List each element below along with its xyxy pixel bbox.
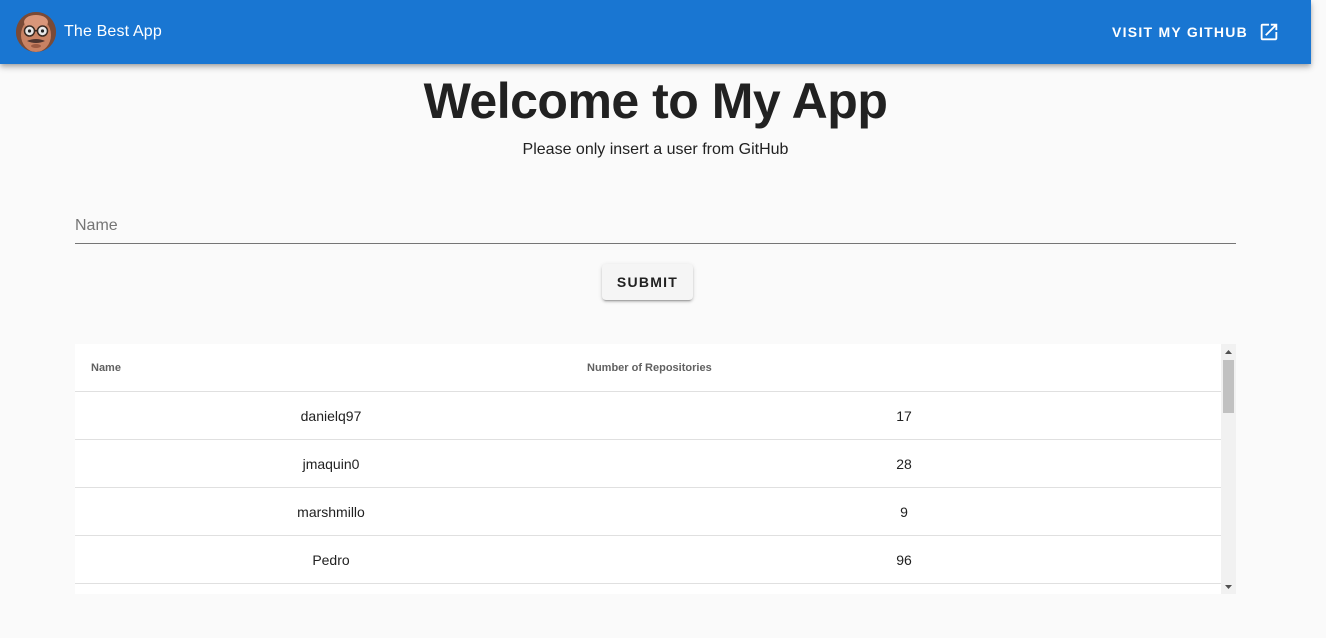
visit-github-button[interactable]: VISIT MY GITHUB: [1112, 18, 1280, 46]
page-title: Welcome to My App: [423, 73, 888, 129]
users-table-panel: Name Number of Repositories danielq97 17…: [75, 344, 1236, 594]
column-header-repositories[interactable]: Number of Repositories: [587, 344, 1221, 392]
scroll-down-arrow-icon[interactable]: [1221, 579, 1236, 594]
cell-user-name: Pedro: [75, 535, 587, 584]
cell-user-name: marshmillo: [75, 487, 587, 536]
column-header-name[interactable]: Name: [75, 344, 587, 392]
submit-button[interactable]: SUBMIT: [602, 264, 693, 300]
table-row[interactable]: marshmillo 9: [75, 487, 1221, 536]
cell-repo-count: 28: [587, 439, 1221, 488]
page-subtitle: Please only insert a user from GitHub: [522, 141, 789, 158]
cell-repo-count: 96: [587, 535, 1221, 584]
app-bar: The Best App VISIT MY GITHUB: [0, 0, 1311, 64]
table-scrollbar[interactable]: [1221, 344, 1236, 594]
scrollbar-thumb[interactable]: [1223, 360, 1234, 413]
table-header-row: Name Number of Repositories: [75, 344, 1221, 392]
cell-repo-count: 9: [587, 487, 1221, 536]
app-title: The Best App: [64, 23, 162, 40]
avatar: [16, 12, 56, 52]
scroll-up-arrow-icon[interactable]: [1221, 344, 1236, 359]
open-in-new-icon: [1260, 23, 1278, 41]
name-input[interactable]: [75, 212, 1236, 240]
cell-repo-count: 17: [587, 391, 1221, 440]
table-row[interactable]: Pedro 96: [75, 535, 1221, 584]
visit-github-label: VISIT MY GITHUB: [1112, 24, 1248, 40]
name-field: [75, 212, 1236, 244]
users-table: Name Number of Repositories danielq97 17…: [75, 344, 1221, 584]
cell-user-name: jmaquin0: [75, 439, 587, 488]
table-row[interactable]: danielq97 17: [75, 391, 1221, 440]
cell-user-name: danielq97: [75, 391, 587, 440]
app-frame: The Best App VISIT MY GITHUB Welcome to …: [0, 0, 1311, 638]
table-row[interactable]: jmaquin0 28: [75, 439, 1221, 488]
avatar-face-icon: [16, 12, 56, 52]
users-table-viewport: Name Number of Repositories danielq97 17…: [75, 344, 1221, 594]
